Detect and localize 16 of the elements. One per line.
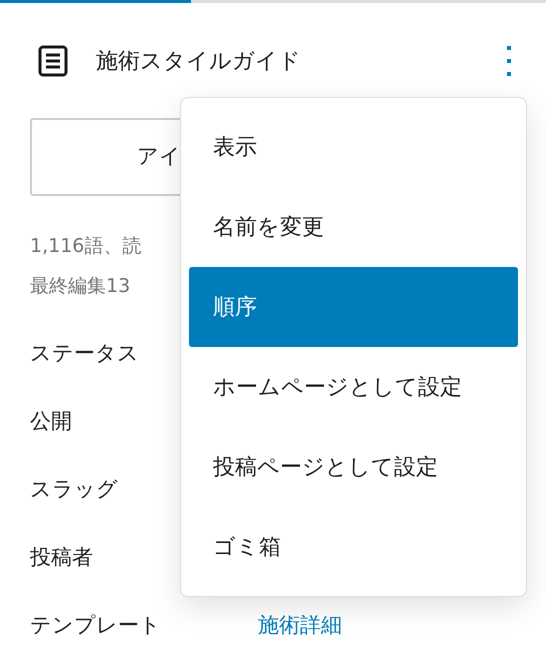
field-label: 公開 xyxy=(30,409,72,434)
field-value-link[interactable]: 施術詳細 xyxy=(258,610,342,642)
field-label: テンプレート xyxy=(30,613,161,638)
menu-item[interactable]: ゴミ箱 xyxy=(189,507,518,587)
menu-item[interactable]: 順序 xyxy=(189,267,518,347)
field-label: 投稿者 xyxy=(30,545,93,570)
menu-item[interactable]: 名前を変更 xyxy=(189,187,518,267)
menu-item[interactable]: 表示 xyxy=(189,107,518,187)
meta-text: 最終編集13 xyxy=(30,275,130,297)
document-icon xyxy=(38,45,68,77)
field-label: スラッグ xyxy=(30,477,118,502)
menu-item[interactable]: ホームページとして設定 xyxy=(189,347,518,427)
meta-text: 1,116語、読 xyxy=(30,235,142,257)
menu-item[interactable]: 投稿ページとして設定 xyxy=(189,427,518,507)
field-label: ステータス xyxy=(30,341,139,366)
page-title: 施術スタイルガイド xyxy=(96,48,301,76)
